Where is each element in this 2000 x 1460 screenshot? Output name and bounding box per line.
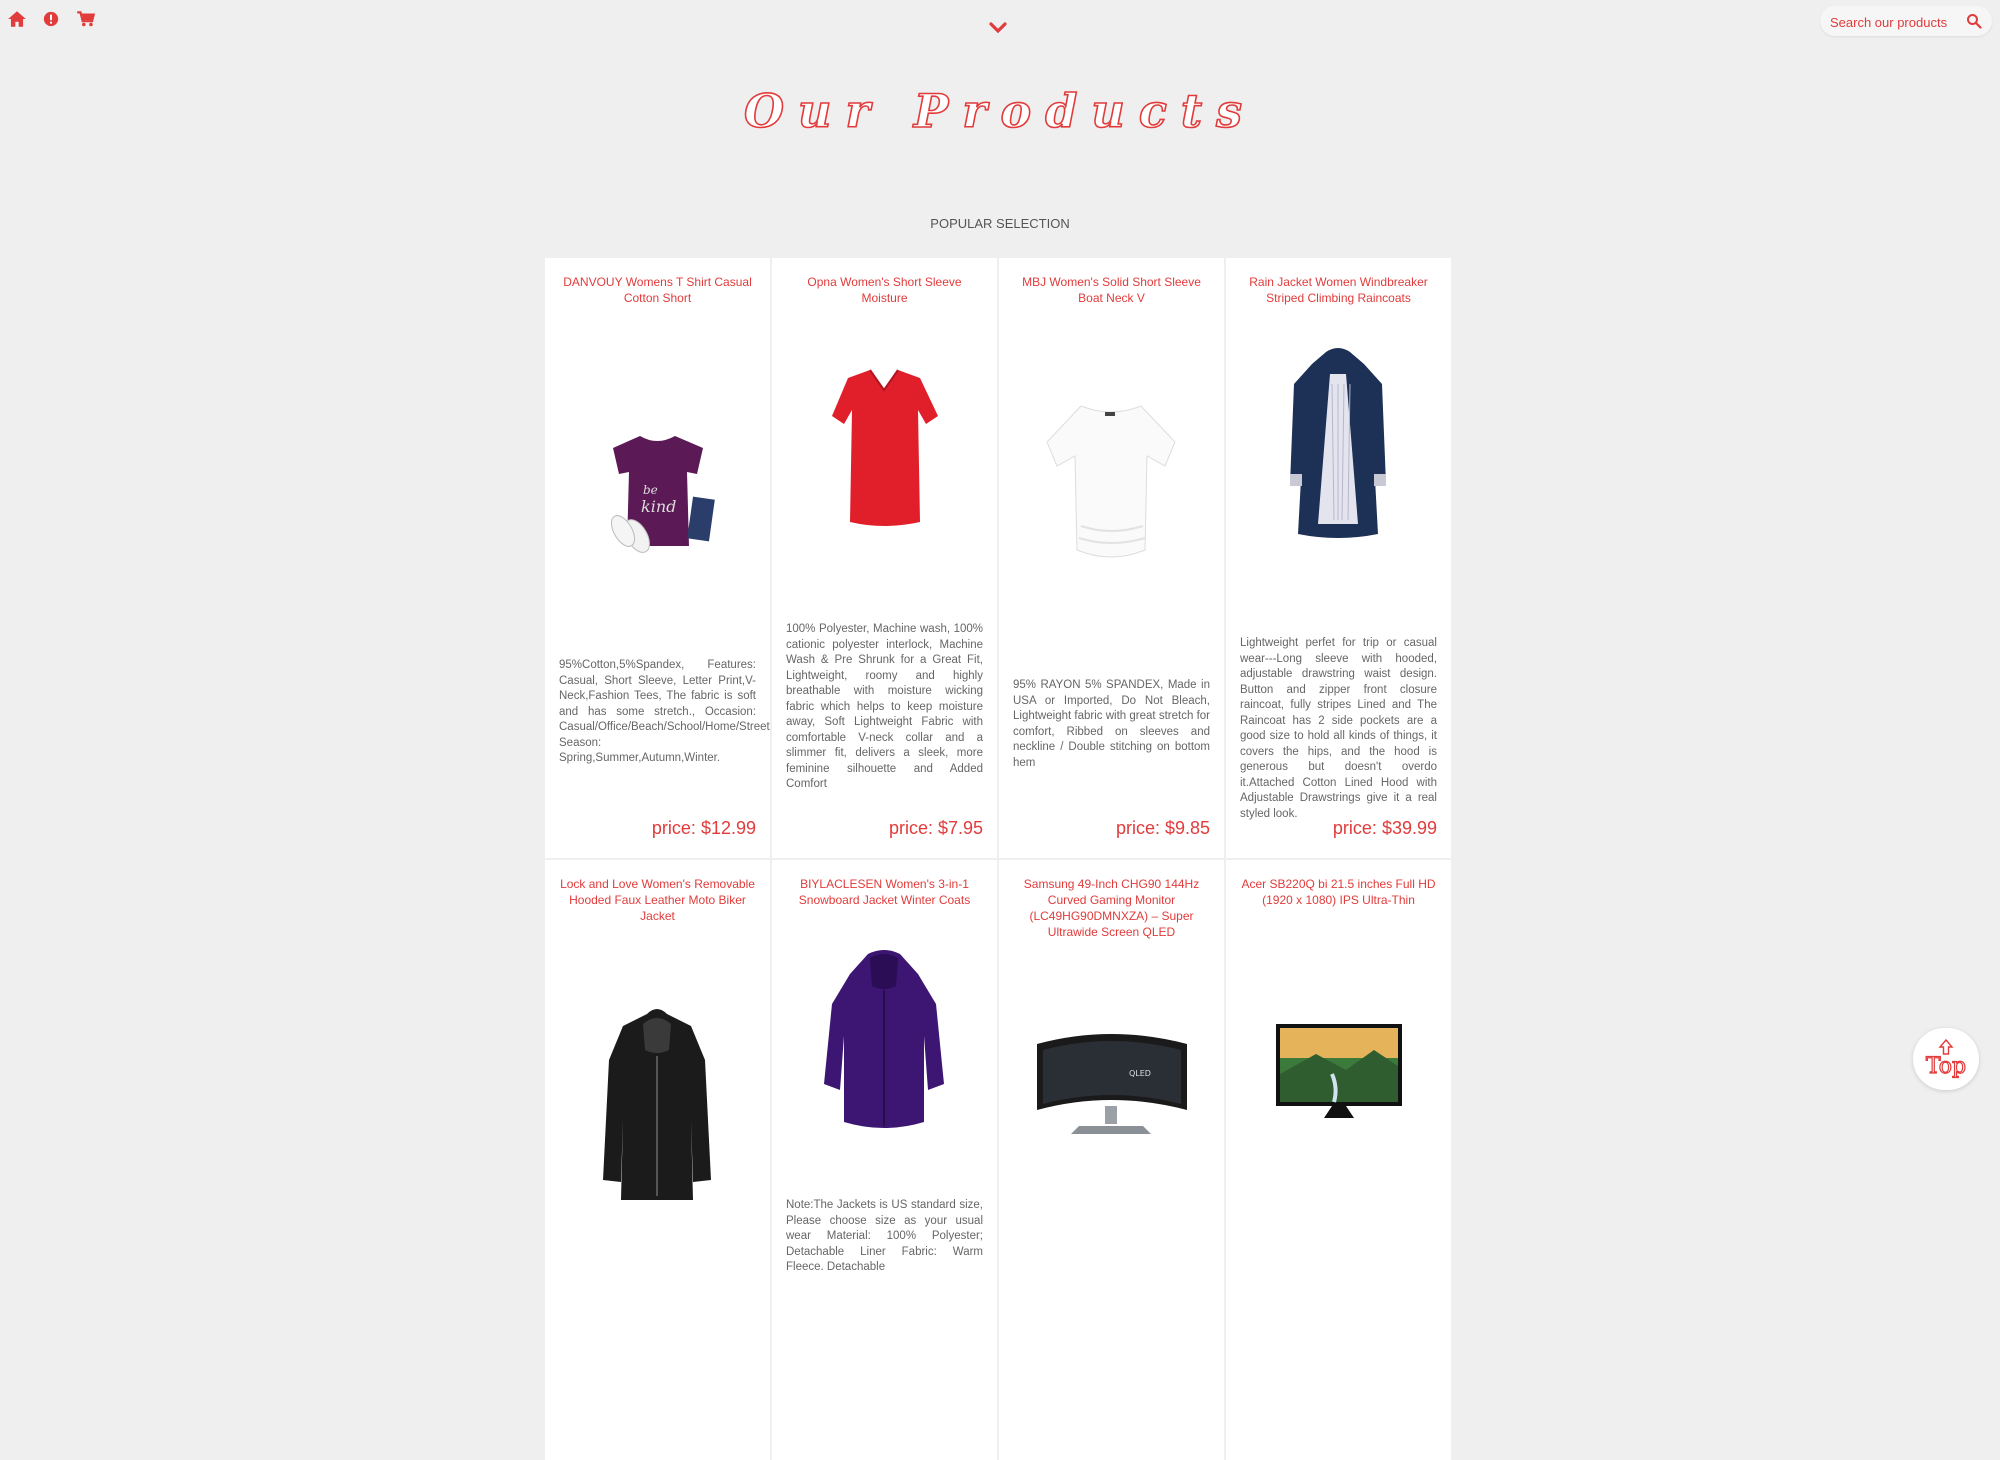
product-description: 100% Polyester, Machine wash, 100% catio… [786, 623, 983, 790]
svg-text:be: be [643, 483, 658, 497]
product-grid: DANVOUY Womens T Shirt Casual Cotton Sho… [545, 258, 1451, 1460]
product-title[interactable]: Opna Women's Short Sleeve Moisture [786, 274, 983, 306]
product-image[interactable]: QLED [1019, 1014, 1204, 1214]
product-description: Lightweight perfet for trip or casual we… [1240, 637, 1437, 820]
product-card[interactable]: Rain Jacket Women Windbreaker Striped Cl… [1226, 258, 1451, 858]
product-card[interactable]: MBJ Women's Solid Short Sleeve Boat Neck… [999, 258, 1224, 858]
product-image[interactable] [792, 350, 977, 550]
search-input[interactable] [1828, 10, 1962, 34]
product-image[interactable] [1246, 344, 1431, 544]
product-title[interactable]: MBJ Women's Solid Short Sleeve Boat Neck… [1013, 274, 1210, 306]
product-image[interactable] [1246, 1004, 1431, 1204]
info-icon[interactable] [40, 8, 62, 30]
svg-text:kind: kind [641, 497, 676, 516]
product-title[interactable]: Rain Jacket Women Windbreaker Striped Cl… [1240, 274, 1437, 306]
section-subtitle: POPULAR SELECTION [930, 216, 1070, 231]
chevron-down-icon[interactable] [985, 18, 1011, 38]
product-description: 95% RAYON 5% SPANDEX, Made in USA or Imp… [1013, 679, 1210, 769]
product-description: Note:The Jackets is US standard size, Pl… [786, 1199, 983, 1273]
product-price: price: $12.99 [651, 818, 756, 838]
product-price: price: $9.85 [1115, 818, 1210, 838]
product-title[interactable]: BIYLACLESEN Women's 3-in-1 Snowboard Jac… [786, 876, 983, 908]
product-title[interactable]: Lock and Love Women's Removable Hooded F… [559, 876, 756, 924]
search-icon[interactable] [1966, 13, 1982, 29]
product-title[interactable]: Acer SB220Q bi 21.5 inches Full HD (1920… [1240, 876, 1437, 908]
product-card[interactable]: Opna Women's Short Sleeve Moisture 100% … [772, 258, 997, 858]
product-description: 95%Cotton,5%Spandex, Features: Casual, S… [559, 659, 770, 764]
product-image[interactable] [1019, 386, 1204, 586]
home-icon[interactable] [6, 8, 28, 30]
product-price: price: $7.95 [888, 818, 983, 838]
svg-text:QLED: QLED [1129, 1069, 1151, 1078]
search-box [1820, 6, 1992, 36]
top-nav [0, 0, 2000, 60]
product-card[interactable]: Acer SB220Q bi 21.5 inches Full HD (1920… [1226, 860, 1451, 1460]
product-image[interactable] [565, 1000, 750, 1200]
product-card[interactable]: DANVOUY Womens T Shirt Casual Cotton Sho… [545, 258, 770, 858]
product-card[interactable]: Lock and Love Women's Removable Hooded F… [545, 860, 770, 1460]
product-card[interactable]: BIYLACLESEN Women's 3-in-1 Snowboard Jac… [772, 860, 997, 1460]
back-to-top-label: Top [1925, 1053, 1967, 1079]
cart-icon[interactable] [75, 8, 97, 30]
product-card[interactable]: Samsung 49-Inch CHG90 144Hz Curved Gamin… [999, 860, 1224, 1460]
product-image[interactable]: be kind [565, 386, 750, 586]
product-title[interactable]: Samsung 49-Inch CHG90 144Hz Curved Gamin… [1013, 876, 1210, 940]
product-image[interactable] [792, 944, 977, 1144]
page-title: Our Products [743, 83, 1257, 139]
product-price: price: $39.99 [1332, 818, 1437, 838]
back-to-top-button[interactable]: Top [1913, 1028, 1979, 1090]
product-title[interactable]: DANVOUY Womens T Shirt Casual Cotton Sho… [559, 274, 756, 306]
